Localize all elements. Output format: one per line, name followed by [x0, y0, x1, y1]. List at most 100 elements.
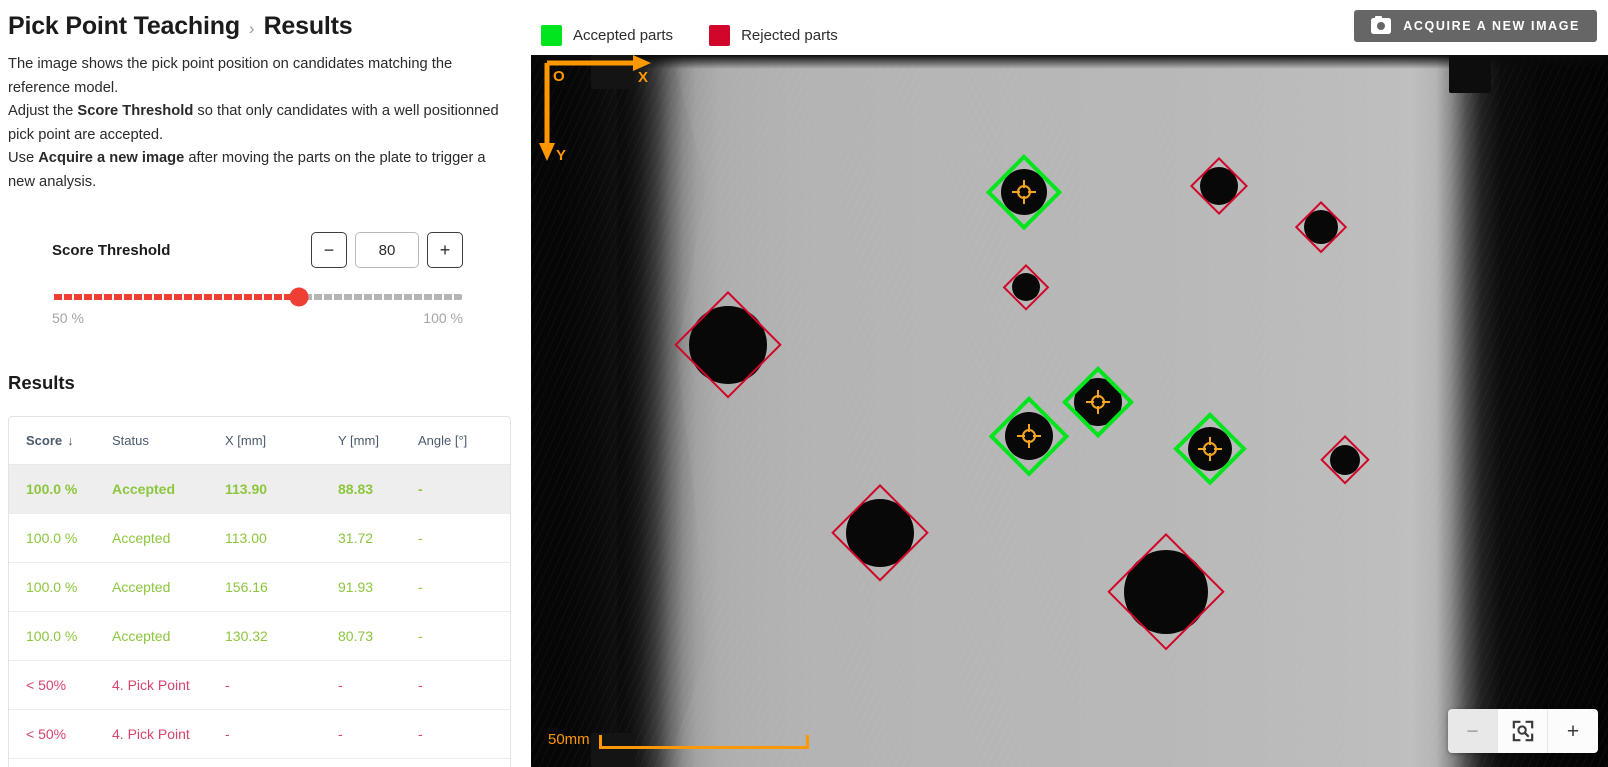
- cell-x: 130.32: [225, 611, 338, 661]
- legend-item-rejected: Rejected parts: [709, 25, 838, 46]
- left-panel: Pick Point Teaching › Results The image …: [0, 0, 531, 767]
- coordinate-axis-overlay: O X Y: [539, 55, 659, 175]
- instruction-line-3: Use Acquire a new image after moving the…: [8, 147, 500, 194]
- cell-status: 4. Pick Point: [112, 709, 225, 759]
- legend-swatch-accepted: [541, 25, 562, 46]
- instruction-line-2: Adjust the Score Threshold so that only …: [8, 100, 500, 147]
- cell-angle: -: [418, 464, 510, 514]
- slider-thumb[interactable]: [289, 287, 309, 307]
- results-heading: Results: [8, 372, 75, 393]
- camera-icon: [1371, 15, 1392, 34]
- score-threshold-slider-wrap: 50 % 100 %: [8, 287, 509, 326]
- minus-icon: −: [1466, 719, 1479, 743]
- instruction-2-pre: Adjust the: [8, 103, 78, 119]
- slider-min-label: 50 %: [52, 310, 84, 326]
- fit-to-screen-icon: [1512, 720, 1533, 742]
- cell-y: 80.73: [338, 611, 418, 661]
- axis-x-label: X: [638, 69, 649, 86]
- score-threshold-label: Score Threshold: [52, 241, 171, 259]
- cell-score: < 50%: [9, 660, 112, 710]
- results-table-body: 100.0 % Accepted 113.90 88.83-100.0 % Accept…: [9, 464, 510, 767]
- breadcrumb-parent[interactable]: Pick Point Teaching: [8, 12, 240, 41]
- cell-score: 100.0 %: [9, 562, 112, 612]
- cell-angle: -: [418, 709, 510, 759]
- plus-icon: +: [1566, 719, 1580, 743]
- table-row[interactable]: 100.0 % Accepted 130.32 80.73-: [9, 611, 510, 661]
- breadcrumb-current: Results: [263, 12, 353, 40]
- threshold-decrement-button[interactable]: −: [311, 232, 347, 268]
- scale-bar: 50mm: [548, 732, 809, 749]
- acquire-button-label: ACQUIRE A NEW IMAGE: [1403, 19, 1580, 33]
- instruction-2-bold: Score Threshold: [77, 103, 194, 119]
- scale-bar-ruler: [598, 734, 809, 749]
- cell-y: 88.83: [338, 464, 418, 514]
- cell-status: Accepted: [112, 513, 225, 563]
- threshold-increment-button[interactable]: +: [427, 232, 463, 268]
- score-threshold-slider[interactable]: [52, 287, 463, 307]
- legend-label-rejected: Rejected parts: [741, 27, 838, 44]
- column-header-x[interactable]: X [mm]: [225, 417, 338, 465]
- cell-score: < 50%: [9, 709, 112, 759]
- column-header-score[interactable]: Score ↓: [9, 417, 112, 465]
- table-row[interactable]: < 50%4. Pick Point---: [9, 709, 510, 759]
- cell-angle: -: [418, 513, 510, 563]
- cell-y: -: [338, 758, 418, 767]
- threshold-value-input[interactable]: 80: [355, 232, 419, 268]
- table-row[interactable]: 100.0 % Accepted 113.90 88.83-: [9, 464, 510, 514]
- cell-score: 100.0 %: [9, 464, 112, 514]
- legend-label-accepted: Accepted parts: [573, 27, 674, 44]
- axis-origin-label: O: [553, 68, 565, 85]
- cell-x: -: [225, 660, 338, 710]
- acquire-new-image-button[interactable]: ACQUIRE A NEW IMAGE: [1354, 10, 1597, 42]
- legend-item-accepted: Accepted parts: [541, 25, 673, 46]
- zoom-controls: − +: [1448, 709, 1598, 753]
- cell-y: 91.93: [338, 562, 418, 612]
- cell-score: 100.0 %: [9, 611, 112, 661]
- pick-point-crosshair-icon: [1198, 437, 1222, 461]
- breadcrumb: Pick Point Teaching › Results: [8, 12, 509, 41]
- table-row[interactable]: 100.0 % Accepted 156.16 91.93-: [9, 562, 510, 612]
- plate-top-shadow: [531, 55, 1608, 69]
- fixture-clamp: [1449, 55, 1491, 93]
- zoom-out-button[interactable]: −: [1448, 709, 1498, 753]
- scale-bar-label: 50mm: [548, 731, 590, 748]
- cell-angle: -: [418, 660, 510, 710]
- cell-x: 156.16: [225, 562, 338, 612]
- cell-status: Accepted: [112, 562, 225, 612]
- cell-y: -: [338, 709, 418, 759]
- cell-angle: -: [418, 758, 510, 767]
- cell-status: Accepted: [112, 611, 225, 661]
- legend-swatch-rejected: [709, 25, 731, 46]
- instruction-3-pre: Use: [8, 150, 39, 166]
- column-header-score-label: Score: [26, 433, 63, 448]
- cell-status: 4. Pick Point: [112, 758, 225, 767]
- results-table-card: Score ↓ Status X [mm] Y [mm] Angle [°] 10…: [8, 416, 511, 767]
- cell-x: -: [225, 758, 338, 767]
- cell-status: 4. Pick Point: [112, 660, 225, 710]
- cell-score: < 50%: [9, 758, 112, 767]
- cell-x: 113.00: [225, 513, 338, 563]
- slider-max-label: 100 %: [423, 310, 463, 326]
- zoom-in-button[interactable]: +: [1548, 709, 1598, 753]
- column-header-status[interactable]: Status: [112, 417, 225, 465]
- cell-x: 113.90: [225, 464, 338, 514]
- breadcrumb-separator-icon: ›: [248, 19, 255, 38]
- cell-angle: -: [418, 611, 510, 661]
- slider-range-labels: 50 % 100 %: [52, 310, 463, 326]
- column-header-y[interactable]: Y [mm]: [338, 417, 418, 465]
- results-table-header-row: Score ↓ Status X [mm] Y [mm] Angle [°]: [9, 417, 510, 465]
- pick-point-crosshair-icon: [1017, 424, 1041, 448]
- zoom-fit-button[interactable]: [1498, 709, 1548, 753]
- cell-y: 31.72: [338, 513, 418, 563]
- camera-image-viewport[interactable]: O X Y 50mm: [531, 55, 1608, 767]
- table-row[interactable]: < 50%4. Pick Point---: [9, 758, 510, 767]
- legend: Accepted parts Rejected parts: [541, 25, 838, 46]
- image-panel: Accepted parts Rejected parts ACQUIRE A …: [531, 0, 1608, 767]
- table-row[interactable]: < 50%4. Pick Point---: [9, 660, 510, 710]
- plate-texture: [531, 55, 1608, 767]
- pick-point-crosshair-icon: [1086, 390, 1110, 414]
- cell-status: Accepted: [112, 464, 225, 514]
- table-row[interactable]: 100.0 % Accepted 113.00 31.72-: [9, 513, 510, 563]
- column-header-angle[interactable]: Angle [°]: [418, 417, 510, 465]
- sort-descending-icon: ↓: [67, 433, 74, 448]
